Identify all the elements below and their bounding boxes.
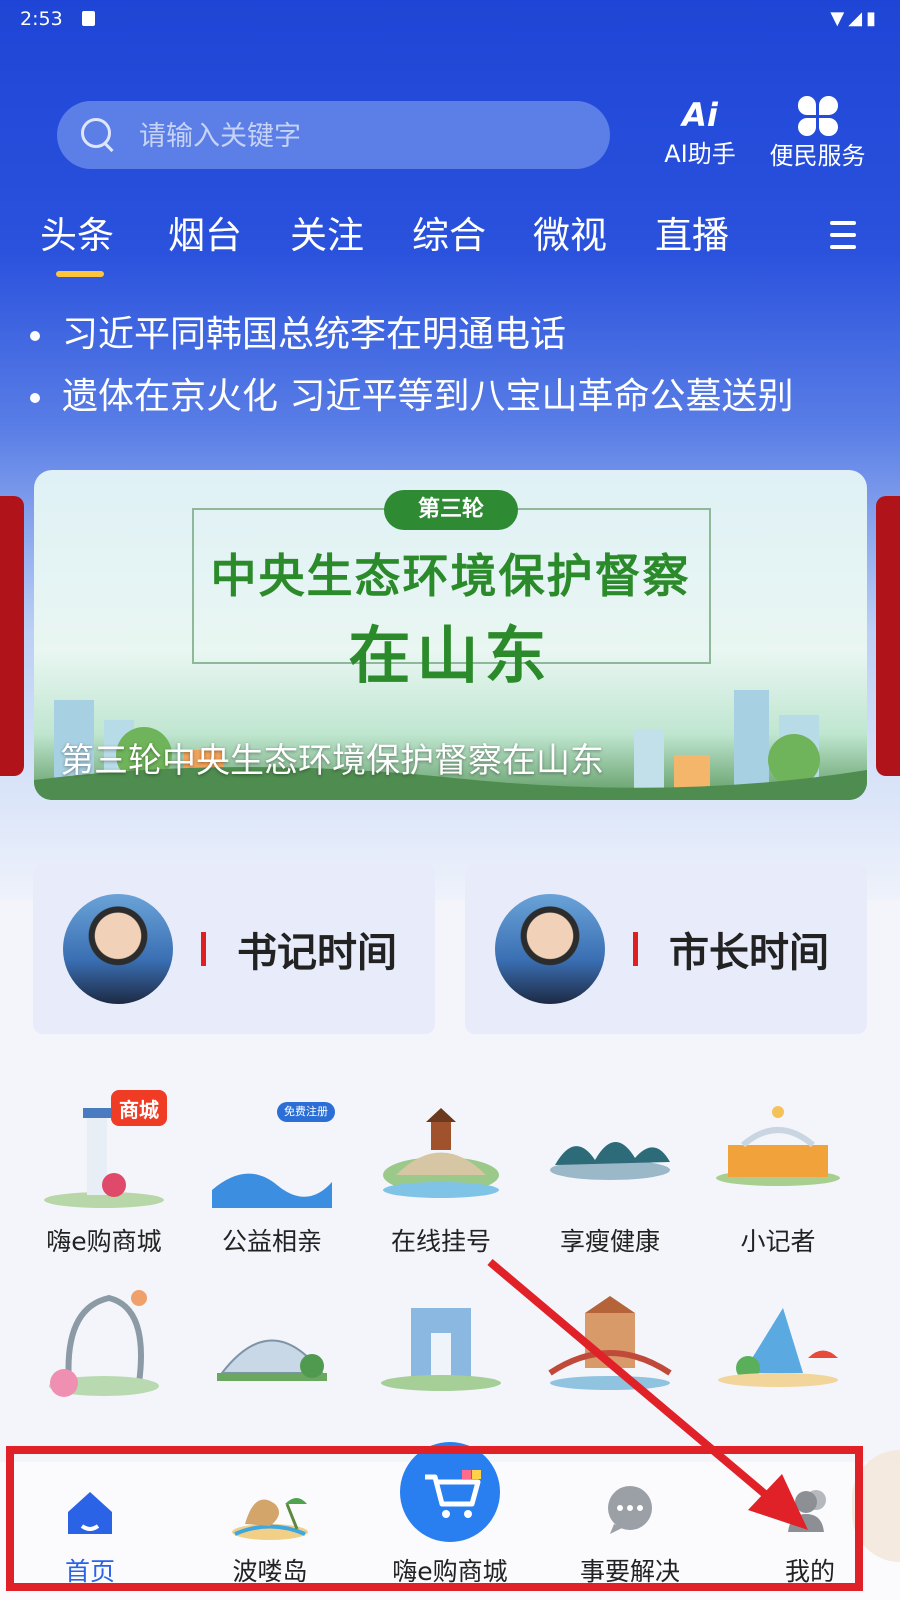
service-item[interactable] [524,1288,696,1406]
service-health[interactable]: 享瘦健康 [524,1090,696,1258]
tab-live[interactable]: 直播 [655,205,729,259]
headline-item[interactable]: 遗体在京火化 习近平等到八宝山革命公墓送别 [30,367,870,419]
school-building-icon [713,1090,843,1208]
carousel-next-peek[interactable] [876,496,900,776]
lighthouse-icon: 商城 [39,1090,169,1208]
service-item[interactable] [355,1288,527,1406]
tab-follow[interactable]: 关注 [290,205,364,259]
search-input[interactable] [137,101,591,171]
convenience-services-label: 便民服务 [769,142,866,170]
status-bar: 2:53 ▼◢▮ [0,0,900,40]
secretary-time-label: 书记时间 [237,930,397,976]
avatar [495,894,605,1004]
search-bar[interactable] [57,101,610,171]
service-label: 公益相亲 [221,1227,322,1256]
bridge-church-icon [545,1288,675,1406]
beach-building-icon [713,1288,843,1406]
bullet-icon [30,393,40,403]
mayor-time-label: 市长时间 [669,930,829,976]
dome-building-icon [207,1288,337,1406]
notification-icon [82,11,95,26]
petals-icon [765,96,870,136]
search-icon [81,118,111,148]
system-icons: ▼◢▮ [830,8,880,29]
service-item[interactable] [18,1288,190,1406]
accent-bar [633,932,638,966]
accent-bar [201,932,206,966]
avatar [63,894,173,1004]
ai-assistant-button[interactable]: Ai AI助手 [660,96,740,169]
lotus-arch-icon [39,1288,169,1406]
gate-tower-icon [376,1288,506,1406]
ai-assistant-label: AI助手 [664,140,736,168]
mayor-time-card[interactable]: 市长时间 [465,864,867,1034]
pavilion-island-icon [376,1090,506,1208]
status-time: 2:53 [20,8,63,30]
banner-caption: 第三轮中央生态环境保护督察在山东 [60,741,604,781]
annotation-highlight-box [6,1446,863,1591]
carousel-prev-peek[interactable] [0,496,24,776]
secretary-time-card[interactable]: 书记时间 [33,864,435,1034]
shop-badge: 商城 [119,1098,159,1122]
dating-badge: 免费注册 [284,1105,328,1118]
tab-general[interactable]: 综合 [412,205,486,259]
service-label: 小记者 [740,1227,816,1256]
service-item[interactable] [186,1288,358,1406]
headline-item[interactable]: 习近平同韩国总统李在明通电话 [30,305,870,357]
tab-headlines[interactable]: 头条 [40,205,114,277]
channel-tabs: 头条 烟台 关注 综合 微视 直播 [40,205,860,285]
convenience-services-button[interactable]: 便民服务 [765,96,870,171]
service-shop[interactable]: 商城 嗨e购商城 [18,1090,190,1258]
service-label: 享瘦健康 [559,1227,660,1256]
horses-sculpture-icon [545,1090,675,1208]
bullet-icon [30,331,40,341]
banner-pill: 第三轮 [384,490,518,530]
service-label: 嗨e购商城 [46,1227,162,1256]
news-banner[interactable]: 第三轮 中央生态环境保护督察 在山东 第三轮中央生态环境保护督察在山东 [34,470,867,800]
service-label: 在线挂号 [390,1227,491,1256]
service-item[interactable] [692,1288,864,1406]
service-registration[interactable]: 在线挂号 [355,1090,527,1258]
tab-yantai[interactable]: 烟台 [168,205,242,259]
tab-micro-video[interactable]: 微视 [533,205,607,259]
menu-icon[interactable] [830,213,856,257]
moon-wave-icon: 免费注册 [207,1090,337,1208]
ai-icon: Ai [682,96,718,134]
banner-title-line1: 中央生态环境保护督察 [210,549,691,603]
service-dating[interactable]: 免费注册 公益相亲 [186,1090,358,1258]
service-reporter[interactable]: 小记者 [692,1090,864,1258]
